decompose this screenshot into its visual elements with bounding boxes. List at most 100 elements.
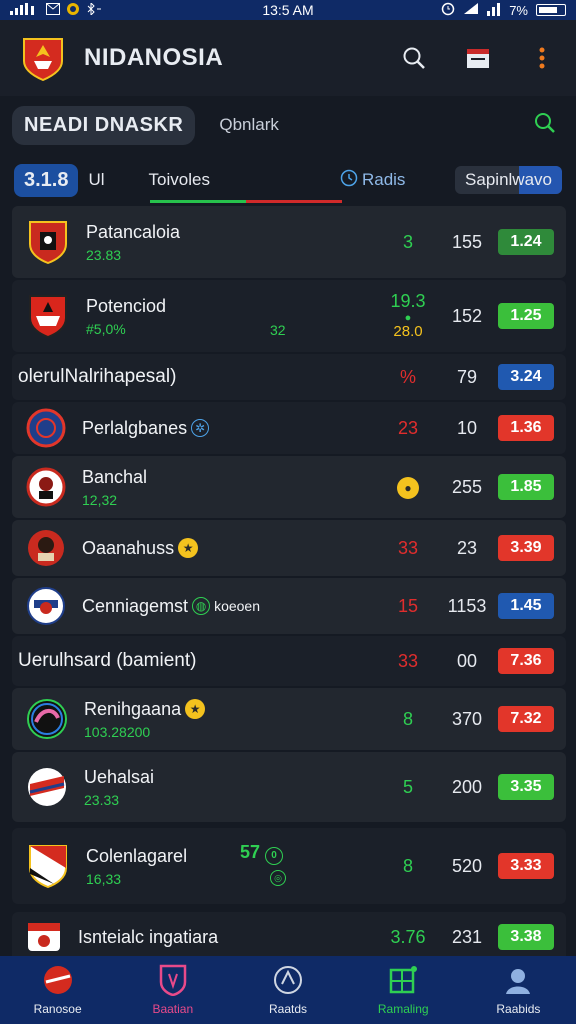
list-item[interactable]: Renihgaana ★ 103.28200 8 370 7.32	[12, 688, 566, 750]
team-subvalue: #5,0%	[86, 320, 126, 337]
stat-a: 33	[397, 650, 419, 671]
warning-icon: ●	[397, 476, 419, 499]
settings-icon: ✲	[191, 419, 210, 437]
team-name-text: Cenniagemst	[82, 595, 189, 616]
team-crest-icon	[26, 294, 70, 339]
tab-radis-label: Radis	[361, 170, 406, 189]
status-time: 13:5 AM	[262, 2, 314, 18]
stat-b: 370	[451, 708, 483, 729]
header-actions	[400, 44, 556, 72]
odds-badge[interactable]: 3.38	[498, 924, 554, 950]
stat-a: 3.76	[390, 926, 426, 947]
star-icon: ★	[185, 699, 206, 719]
shield-icon	[157, 964, 189, 997]
nav-item-ranosoe[interactable]: Ranosoe	[0, 956, 115, 1024]
search-submit-icon[interactable]	[534, 112, 556, 139]
stat-b: 00	[456, 650, 478, 671]
team-name: Uehalsai	[84, 766, 155, 787]
tab-radis[interactable]: Radis	[330, 169, 415, 192]
odds-badge[interactable]: 3.33	[498, 853, 554, 879]
team-name: Perlalgbanes ✲	[82, 418, 332, 439]
odds-badge[interactable]: 1.45	[498, 593, 554, 619]
stat-b: 152	[451, 305, 483, 326]
team-crest-icon	[26, 467, 66, 507]
team-name: Cenniagemst ◍ koeoen	[82, 596, 332, 617]
odds-badge[interactable]: 7.36	[498, 648, 554, 674]
list-item[interactable]: Oaanahuss ★ 33 23 3.39	[12, 520, 566, 576]
odds-badge[interactable]: 3.39	[498, 535, 554, 561]
team-crest-icon	[26, 698, 68, 740]
team-name-text: Renihgaana	[84, 698, 182, 719]
team-info: Potenciod #5,0%	[86, 296, 336, 337]
nav-item-baatian[interactable]: Baatian	[115, 956, 230, 1024]
team-name: Banchal	[82, 466, 148, 487]
team-subvalue: 23.33	[84, 791, 120, 808]
team-info: Cenniagemst ◍ koeoen	[82, 596, 332, 617]
team-info: Colenlagarel 16,33	[86, 846, 336, 887]
nav-label: Ranosoe	[33, 1002, 82, 1016]
group-header: olerulNalrihapesal) % 79 3.24	[12, 354, 566, 400]
search-icon[interactable]	[400, 44, 428, 72]
stat-a: 23	[397, 417, 419, 438]
team-subvalue: 16,33	[86, 870, 122, 887]
stat-extra: 32	[270, 322, 286, 338]
group-title: olerulNalrihapesal)	[18, 366, 177, 387]
stat-b: 1153	[447, 595, 487, 616]
stat-a: 8	[402, 708, 413, 729]
list-item[interactable]: Colenlagarel 16,33 57 0 ◎ 8 520 3.33	[12, 828, 566, 904]
nav-item-raabids[interactable]: Raabids	[461, 956, 576, 1024]
team-crest-icon	[26, 408, 66, 448]
team-info: Banchal 12,32	[82, 467, 332, 508]
league-selector[interactable]: NEADI DNASKR	[12, 105, 196, 145]
nav-item-raatds[interactable]: Raatds	[230, 956, 345, 1024]
team-name: Isnteialc ingatiara	[78, 926, 219, 947]
app-logo	[20, 35, 66, 82]
stat-b: 23	[456, 537, 478, 558]
search-row: NEADI DNASKR	[0, 96, 576, 154]
tab-toivoles[interactable]: Toivoles	[139, 170, 220, 190]
odds-badge[interactable]: 1.25	[498, 303, 554, 329]
tab-ul[interactable]: Ul	[78, 170, 114, 190]
search-input[interactable]	[219, 115, 520, 135]
list-item[interactable]: Patancaloia 23.83 3 155 1.24	[12, 206, 566, 278]
list-item[interactable]: Banchal 12,32 ● 255 1.85	[12, 456, 566, 518]
nav-label: Ramaling	[377, 1002, 429, 1016]
odds-badge[interactable]: 1.85	[498, 474, 554, 500]
team-name: Patancaloia	[86, 221, 181, 242]
stat-a-mid: 28.0	[393, 322, 423, 340]
team-name-text: Perlalgbanes	[82, 417, 188, 438]
bottom-nav: Ranosoe Baatian Raatds Ramaling Raabids	[0, 956, 576, 1024]
team-crest-icon	[26, 766, 68, 808]
list-item[interactable]: Perlalgbanes ✲ 23 10 1.36	[12, 402, 566, 454]
battery-icon	[536, 4, 566, 16]
stat-a: 8	[402, 855, 413, 876]
odds-badge[interactable]: 1.36	[498, 415, 554, 441]
stat-a-dot: ●	[404, 311, 412, 324]
stat-b: 520	[451, 855, 483, 876]
list-item[interactable]: Uehalsai 23.33 5 200 3.35	[12, 752, 566, 822]
stat-extra: 57 0	[240, 842, 284, 865]
more-options-icon[interactable]	[528, 44, 556, 72]
nav-item-ramaling[interactable]: Ramaling	[346, 956, 461, 1024]
list-item[interactable]: Potenciod #5,0% 32 19.3 ● 28.0 152 1.25	[12, 280, 566, 352]
team-info: Patancaloia 23.83	[86, 222, 336, 263]
tab-sapinlwavo[interactable]: Sapinlwavo	[455, 166, 562, 194]
calendar-icon[interactable]	[464, 44, 492, 72]
team-crest-icon	[26, 919, 62, 955]
list-item[interactable]: Isnteialc ingatiara 3.76 231 3.38	[12, 912, 566, 962]
tab-underline	[150, 200, 342, 203]
odds-badge[interactable]: 1.24	[498, 229, 554, 255]
app-title: NIDANOSIA	[84, 44, 224, 71]
odds-badge[interactable]: 3.24	[498, 364, 554, 390]
stat-a: ●	[384, 476, 432, 499]
odds-badge[interactable]: 7.32	[498, 706, 554, 732]
season-selector[interactable]: 3.1.8	[14, 163, 79, 197]
team-icon	[502, 964, 534, 996]
odds-badge[interactable]: 3.35	[498, 774, 554, 800]
team-crest-icon	[26, 586, 66, 626]
list-item[interactable]: Cenniagemst ◍ koeoen 15 1153 1.45	[12, 578, 566, 634]
nav-label: Raabids	[496, 1002, 541, 1016]
team-info: Oaanahuss ★	[82, 538, 332, 559]
team-name-suffix: koeoen	[214, 598, 260, 614]
stat-b: 155	[451, 231, 483, 252]
